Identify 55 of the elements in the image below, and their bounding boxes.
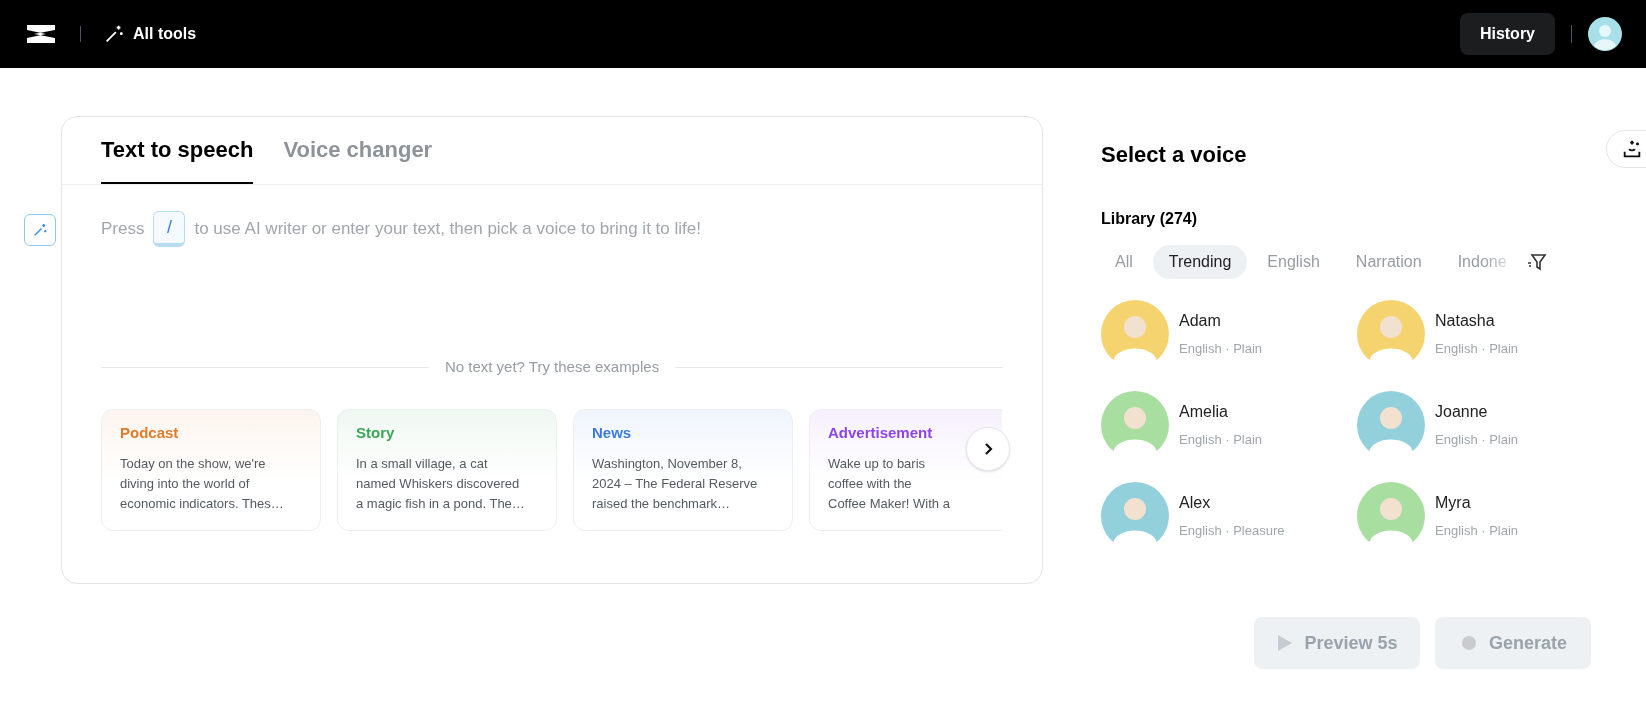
example-title: Story <box>356 423 396 442</box>
examples-divider-text: No text yet? Try these examples <box>444 357 660 377</box>
avatar[interactable] <box>1588 17 1622 51</box>
library-label: Library (274) <box>1101 209 1199 229</box>
voice-description: English · Plain <box>1179 431 1263 450</box>
all-tools-button[interactable]: All tools <box>103 22 197 46</box>
voice-name: Adam <box>1179 311 1222 332</box>
example-text-line: 2024 – The Federal Reserve <box>592 474 758 493</box>
voice-name: Natasha <box>1435 311 1496 332</box>
voice-item[interactable]: Alex English · Pleasure <box>1101 482 1357 550</box>
voice-item[interactable]: Myra English · Plain <box>1357 482 1597 550</box>
example-text-line: raised the benchmark… <box>592 494 730 513</box>
voice-clone-button[interactable] <box>1606 130 1646 168</box>
voice-description: English · Plain <box>1435 340 1519 359</box>
voice-item[interactable]: Joanne English · Plain <box>1357 391 1597 459</box>
example-title: Podcast <box>120 423 180 442</box>
example-card[interactable]: Podcast Today on the show, we're diving into the world of economic indicators. Thes… <box>101 408 321 531</box>
hint-text: to use AI writer or enter your text, then pick a voice to bring it to life! <box>194 218 701 241</box>
voice-name: Amelia <box>1179 402 1229 423</box>
filter-icon[interactable] <box>1526 252 1547 272</box>
slash-key: / <box>153 211 186 247</box>
voice-item[interactable]: Natasha English · Plain <box>1357 300 1597 368</box>
example-card[interactable]: Story In a small village, a cat named Whiskers discovered a magic fish in a pond. The… <box>337 408 557 531</box>
voice-description: English · Plain <box>1435 431 1519 450</box>
example-text-line: economic indicators. Thes… <box>120 494 284 513</box>
filter-tab[interactable]: Trending <box>1152 245 1248 279</box>
example-text-line: Wake up to baris <box>828 454 926 473</box>
example-text-line: named Whiskers discovered <box>356 474 520 493</box>
example-card[interactable]: News Washington, November 8, 2024 – The Federal Reserve raised the benchmark… <box>573 408 793 531</box>
magic-wand-icon <box>103 23 125 45</box>
voice-item[interactable]: Adam English · Plain <box>1101 300 1357 368</box>
hint-text: Press <box>101 218 145 241</box>
voice-name: Myra <box>1435 493 1472 514</box>
sparkle-tray-icon <box>1621 138 1643 160</box>
panel-title: Select a voice <box>1101 141 1247 169</box>
example-text-line: Today on the show, we're <box>120 454 266 473</box>
example-title: News <box>592 423 633 442</box>
magic-wand-icon <box>31 221 49 239</box>
example-title: Advertisement <box>828 423 934 442</box>
example-text-line: In a small village, a cat <box>356 454 488 473</box>
voice-description: English · Plain <box>1179 340 1263 359</box>
voice-name: Joanne <box>1435 402 1489 423</box>
example-text-line: coffee with the <box>828 474 912 493</box>
history-button[interactable]: History <box>1459 13 1555 55</box>
voice-description: English · Pleasure <box>1179 522 1285 541</box>
voice-name: Alex <box>1179 493 1212 514</box>
example-text-line: Washington, November 8, <box>592 454 742 473</box>
tab[interactable]: Text to speech <box>101 133 254 184</box>
logo-icon[interactable] <box>24 22 58 46</box>
example-text-line: Coffee Maker! With a <box>828 494 950 513</box>
example-card[interactable]: Advertisement Wake up to baris coffee with the Coffee Maker! With a <box>809 408 1002 531</box>
voice-item[interactable]: Amelia English · Plain <box>1101 391 1357 459</box>
example-text-line: diving into the world of <box>120 474 250 493</box>
voice-description: English · Plain <box>1435 522 1519 541</box>
example-text-line: a magic fish in a pond. The… <box>356 494 525 513</box>
